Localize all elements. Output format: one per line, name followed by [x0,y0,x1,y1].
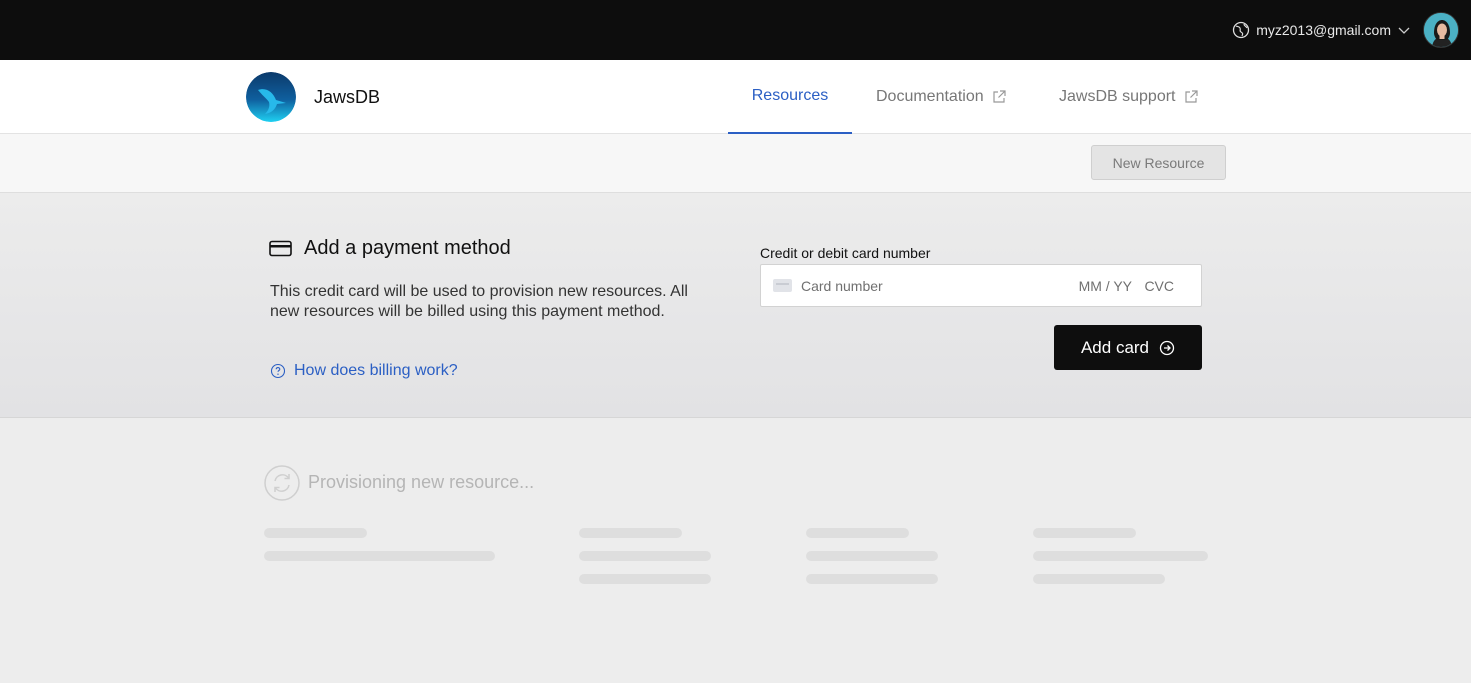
refresh-icon [264,465,300,501]
credit-card-icon [269,240,292,257]
skeleton-line [579,528,682,538]
payment-method-panel: Add a payment method This credit card wi… [0,193,1471,418]
jawsdb-logo[interactable] [246,72,296,122]
card-number-input[interactable] [801,277,1051,294]
skeleton-line [264,528,367,538]
skeleton-line [806,551,938,561]
avatar[interactable] [1423,12,1459,48]
card-cvc-input[interactable] [1136,277,1174,294]
skeleton-line [579,574,711,584]
tab-documentation-label: Documentation [876,88,984,105]
new-resource-button[interactable]: New Resource [1091,145,1226,180]
skeleton-line [1033,574,1165,584]
payment-title-text: Add a payment method [304,237,511,259]
tab-documentation[interactable]: Documentation [876,60,1006,134]
skeleton-line [806,574,938,584]
skeleton-line [1033,528,1136,538]
provisioning-text: Provisioning new resource... [308,472,535,492]
external-link-icon [1184,90,1198,104]
tab-jawsdb-support[interactable]: JawsDB support [1059,60,1198,134]
question-circle-icon [270,363,286,379]
card-input-field[interactable] [760,264,1202,307]
tab-resources[interactable]: Resources [728,60,852,134]
app-header: JawsDB Resources Documentation JawsDB su… [0,60,1471,134]
skeleton-line [579,551,711,561]
card-brand-icon [773,279,792,292]
card-expiry-input[interactable] [1076,277,1132,294]
card-number-label: Credit or debit card number [760,245,931,261]
billing-help-text: How does billing work? [294,362,458,379]
payment-description: This credit card will be used to provisi… [270,283,688,320]
account-email: myz2013@gmail.com [1256,22,1391,38]
chevron-down-icon [1397,23,1411,37]
app-name: JawsDB [314,87,381,107]
skeleton-line [264,551,495,561]
add-card-button[interactable]: Add card [1054,325,1202,370]
tab-support-label: JawsDB support [1059,88,1176,105]
skeleton-line [1033,551,1208,561]
add-card-label: Add card [1080,337,1150,357]
external-link-icon [992,90,1006,104]
top-bar: myz2013@gmail.com [0,0,1471,60]
skeleton-line [806,528,909,538]
globe-icon [1232,21,1250,39]
arrow-right-circle-icon [1159,340,1175,356]
payment-title: Add a payment method [269,237,511,260]
tab-resources-label: Resources [751,87,829,104]
action-bar: New Resource [0,134,1471,193]
billing-help-link[interactable]: How does billing work? [270,362,458,380]
account-menu[interactable]: myz2013@gmail.com [1232,20,1411,40]
